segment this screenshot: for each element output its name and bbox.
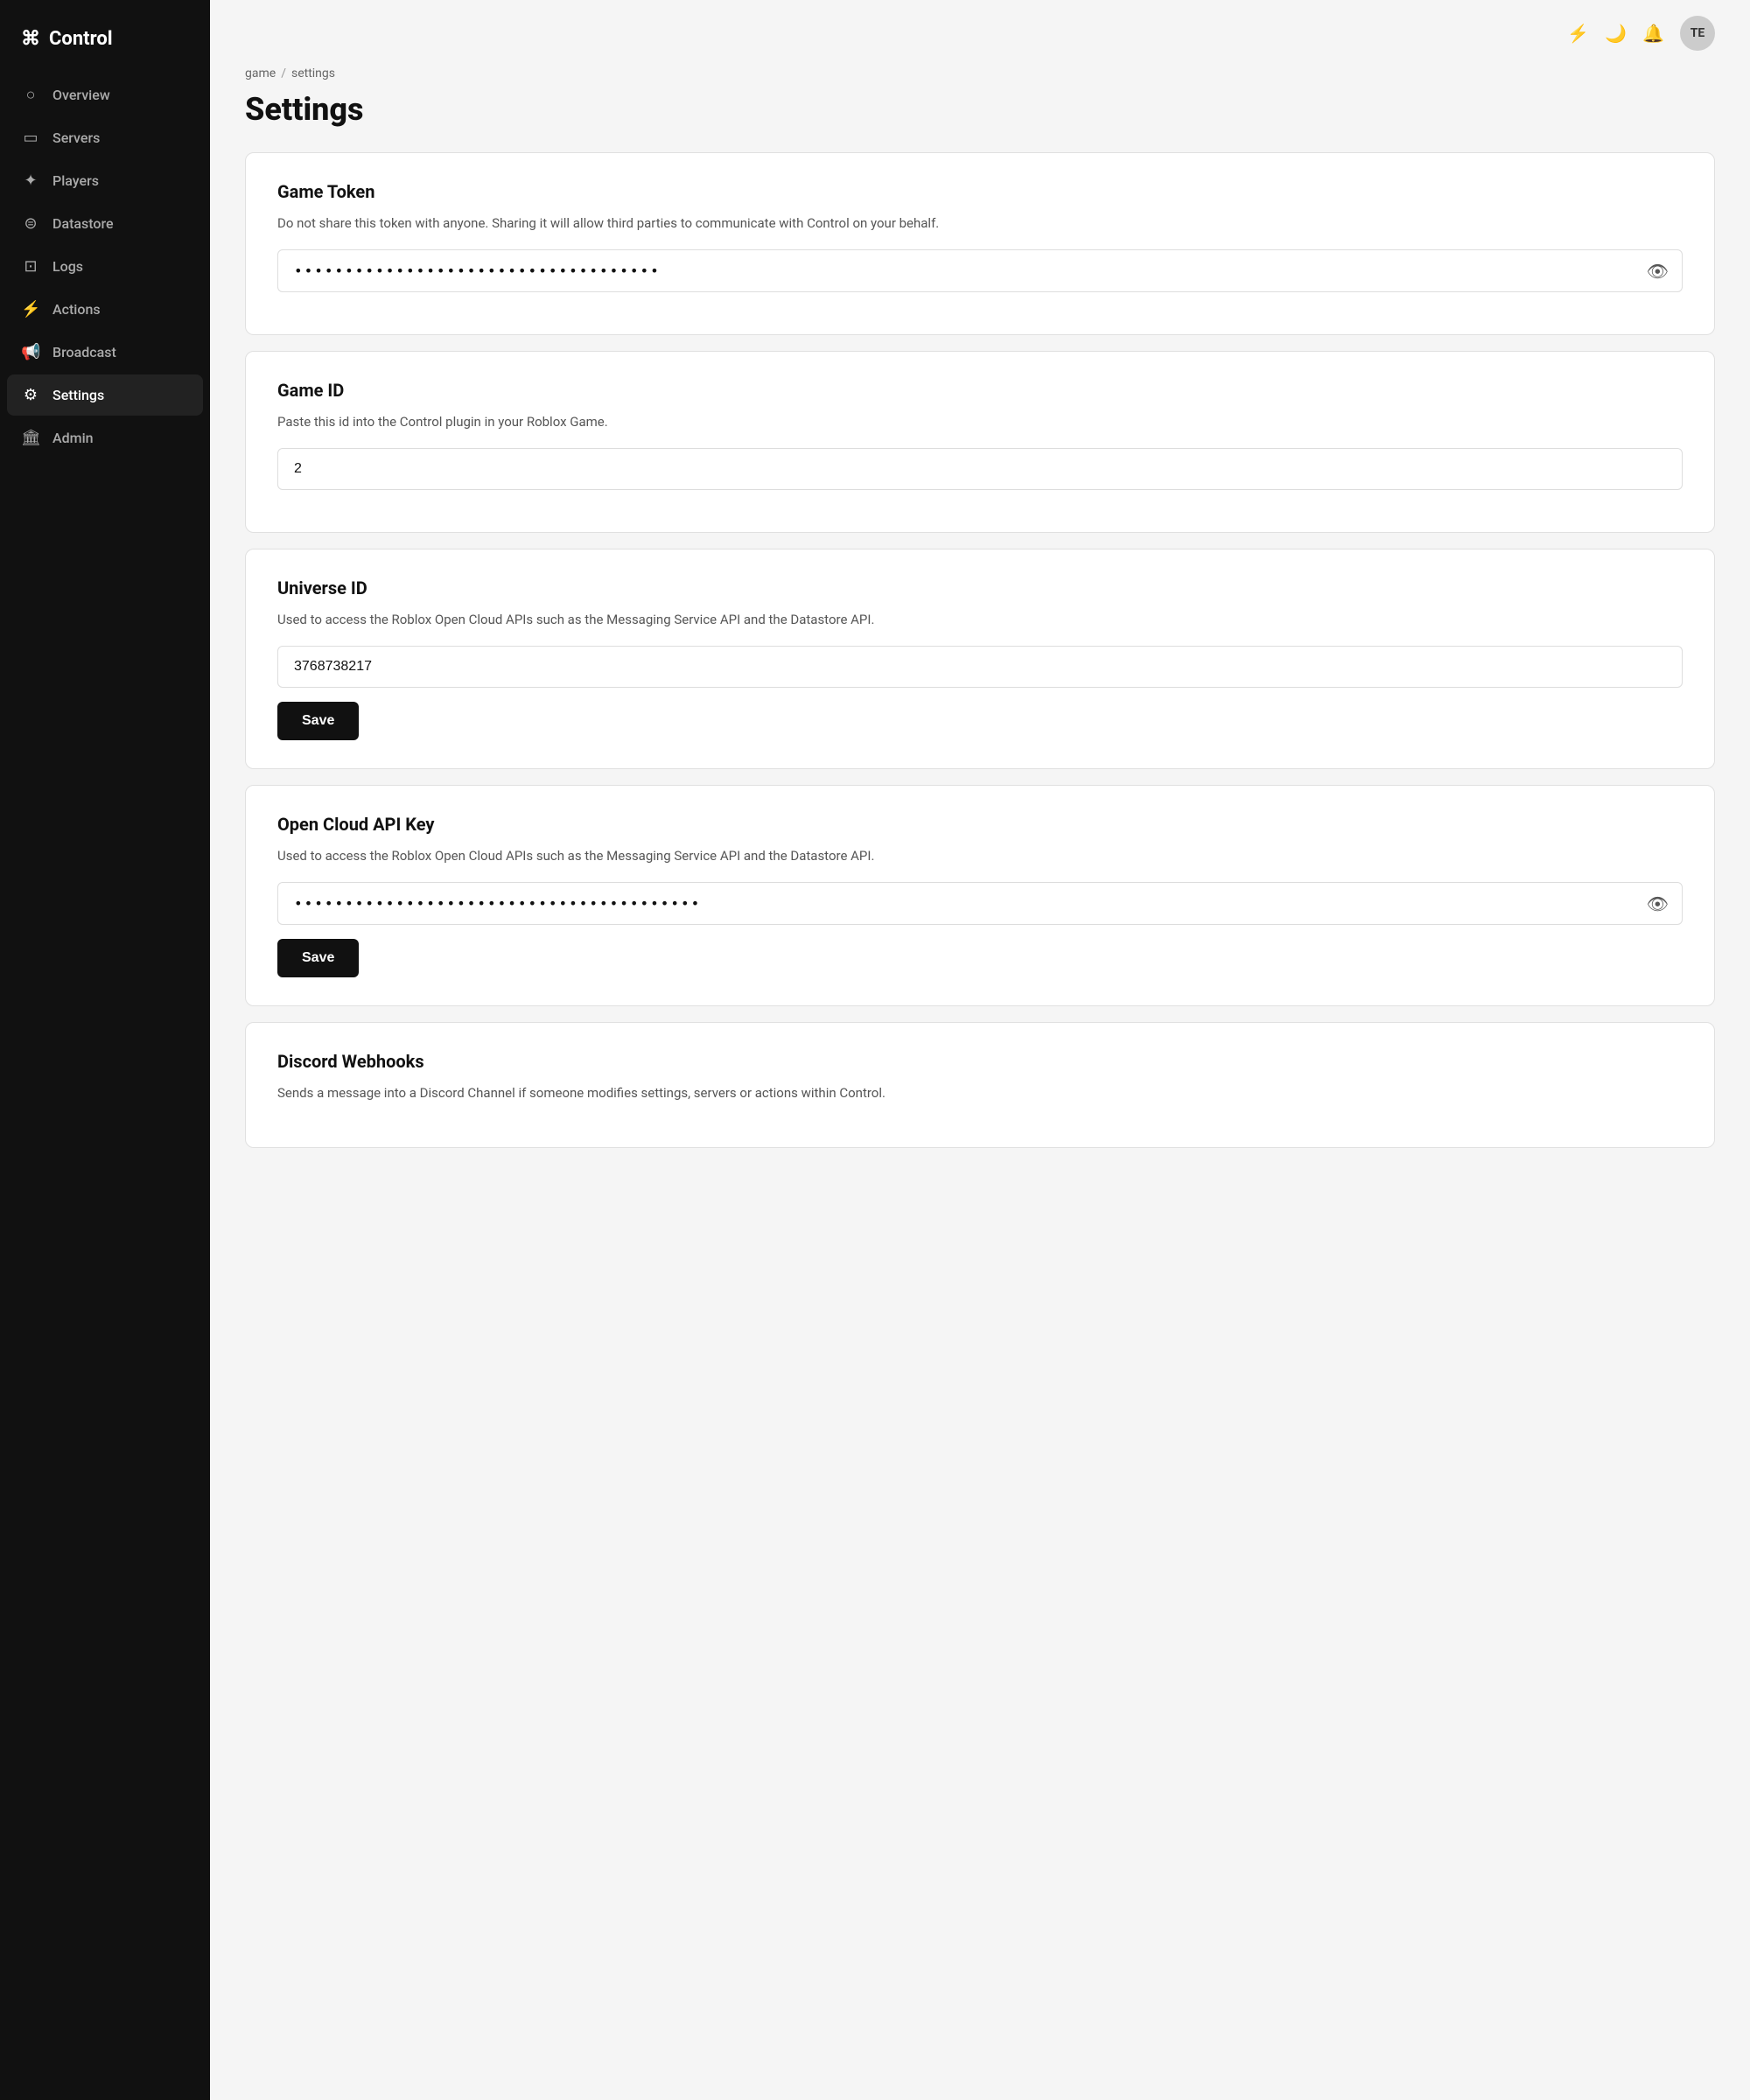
avatar[interactable]: TE — [1680, 16, 1715, 51]
input-wrap-universe-id — [277, 646, 1683, 688]
logo-label: Control — [49, 28, 113, 50]
breadcrumb: game / settings — [245, 66, 1715, 80]
eye-icon-game-token[interactable]: 👁 — [1647, 261, 1669, 282]
page-content: game / settings Settings Game Token Do no… — [210, 66, 1750, 1216]
card-open-cloud-api-key: Open Cloud API Key Used to access the Rob… — [245, 785, 1715, 1006]
broadcast-icon: 📢 — [21, 343, 40, 361]
card-desc-universe-id: Used to access the Roblox Open Cloud API… — [277, 609, 1683, 630]
sidebar-item-label-logs: Logs — [52, 258, 83, 275]
card-title-open-cloud-api-key: Open Cloud API Key — [277, 814, 1683, 835]
sidebar-item-label-players: Players — [52, 172, 99, 189]
sidebar-item-admin[interactable]: 🏛 Admin — [7, 417, 203, 458]
card-title-game-token: Game Token — [277, 181, 1683, 202]
datastore-icon: ⊜ — [21, 214, 40, 233]
players-icon: ✦ — [21, 172, 40, 190]
sidebar-item-overview[interactable]: ○ Overview — [7, 74, 203, 116]
sidebar-item-settings[interactable]: ⚙ Settings — [7, 374, 203, 416]
moon-icon[interactable]: 🌙 — [1605, 23, 1627, 44]
input-wrap-game-id — [277, 448, 1683, 490]
logo-icon: ⌘ — [21, 28, 40, 50]
card-desc-game-token: Do not share this token with anyone. Sha… — [277, 213, 1683, 234]
input-game-token[interactable] — [277, 249, 1683, 292]
breadcrumb-settings: settings — [291, 66, 335, 80]
topbar: ⚡ 🌙 🔔 TE — [210, 0, 1750, 66]
input-open-cloud-api-key[interactable] — [277, 882, 1683, 925]
sidebar-item-label-datastore: Datastore — [52, 215, 114, 232]
sidebar: ⌘ Control ○ Overview ▭ Servers ✦ Players ⊜ Data… — [0, 0, 210, 2100]
sidebar-item-label-actions: Actions — [52, 301, 101, 318]
card-desc-discord-webhooks: Sends a message into a Discord Channel i… — [277, 1082, 1683, 1103]
breadcrumb-game: game — [245, 66, 276, 80]
actions-icon: ⚡ — [21, 300, 40, 318]
sidebar-item-actions[interactable]: ⚡ Actions — [7, 289, 203, 330]
sidebar-item-broadcast[interactable]: 📢 Broadcast — [7, 332, 203, 373]
sidebar-item-servers[interactable]: ▭ Servers — [7, 117, 203, 158]
page-title: Settings — [245, 91, 1715, 128]
card-title-universe-id: Universe ID — [277, 578, 1683, 598]
card-title-discord-webhooks: Discord Webhooks — [277, 1051, 1683, 1072]
sidebar-item-logs[interactable]: ⊡ Logs — [7, 246, 203, 287]
sidebar-item-label-settings: Settings — [52, 387, 104, 403]
card-game-id: Game ID Paste this id into the Control pl… — [245, 351, 1715, 533]
card-universe-id: Universe ID Used to access the Roblox Ope… — [245, 549, 1715, 769]
flash-icon[interactable]: ⚡ — [1567, 23, 1589, 44]
breadcrumb-sep: / — [281, 66, 286, 80]
sidebar-item-label-overview: Overview — [52, 87, 110, 103]
sidebar-nav: ○ Overview ▭ Servers ✦ Players ⊜ Datastore ⊡ Logs… — [0, 74, 210, 458]
cards-container: Game Token Do not share this token with a… — [245, 152, 1715, 1148]
overview-icon: ○ — [21, 86, 40, 104]
sidebar-logo: ⌘ Control — [0, 0, 210, 74]
card-discord-webhooks: Discord Webhooks Sends a message into a D… — [245, 1022, 1715, 1148]
settings-icon: ⚙ — [21, 386, 40, 404]
sidebar-item-label-broadcast: Broadcast — [52, 344, 116, 360]
main-content: ⚡ 🌙 🔔 TE game / settings Settings Game T… — [210, 0, 1750, 2100]
save-button-universe-id[interactable]: Save — [277, 702, 359, 740]
servers-icon: ▭ — [21, 129, 40, 147]
logs-icon: ⊡ — [21, 257, 40, 276]
sidebar-item-datastore[interactable]: ⊜ Datastore — [7, 203, 203, 244]
admin-icon: 🏛 — [21, 429, 40, 447]
card-title-game-id: Game ID — [277, 380, 1683, 401]
save-button-open-cloud-api-key[interactable]: Save — [277, 939, 359, 977]
card-desc-open-cloud-api-key: Used to access the Roblox Open Cloud API… — [277, 845, 1683, 866]
input-wrap-game-token: 👁 — [277, 249, 1683, 292]
input-wrap-open-cloud-api-key: 👁 — [277, 882, 1683, 925]
card-game-token: Game Token Do not share this token with a… — [245, 152, 1715, 335]
input-game-id[interactable] — [277, 448, 1683, 490]
sidebar-item-label-servers: Servers — [52, 130, 100, 146]
card-desc-game-id: Paste this id into the Control plugin in… — [277, 411, 1683, 432]
input-universe-id[interactable] — [277, 646, 1683, 688]
bell-icon[interactable]: 🔔 — [1642, 23, 1664, 44]
eye-icon-open-cloud-api-key[interactable]: 👁 — [1647, 893, 1669, 914]
sidebar-item-players[interactable]: ✦ Players — [7, 160, 203, 201]
sidebar-item-label-admin: Admin — [52, 430, 94, 446]
